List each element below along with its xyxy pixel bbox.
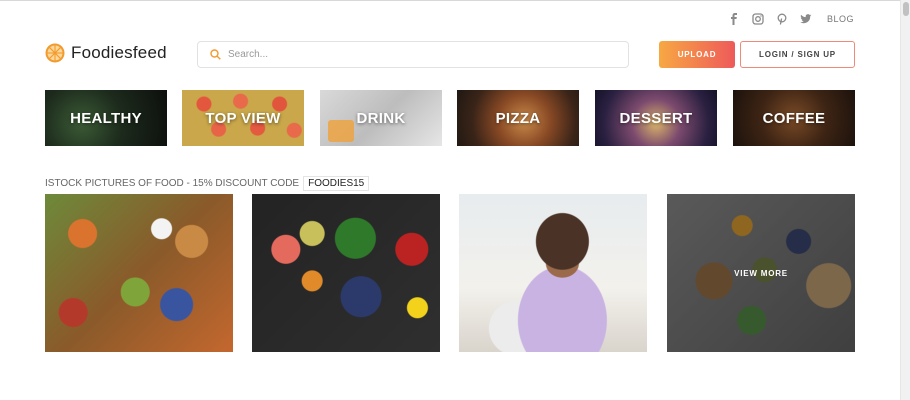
orange-slice-logo-icon xyxy=(45,43,65,63)
photo-view-more[interactable]: VIEW MORE xyxy=(667,194,855,352)
twitter-icon[interactable] xyxy=(799,12,813,26)
category-drink[interactable]: DRINK xyxy=(320,90,442,146)
search-box[interactable] xyxy=(197,41,629,68)
photo-girl-eating[interactable] xyxy=(459,194,647,352)
search-icon[interactable] xyxy=(202,49,228,60)
category-label: TOP VIEW xyxy=(205,109,281,127)
category-healthy[interactable]: HEALTHY xyxy=(45,90,167,146)
logo-text: Foodiesfeed xyxy=(71,43,167,62)
category-pizza[interactable]: PIZZA xyxy=(457,90,579,146)
view-more-overlay: VIEW MORE xyxy=(667,194,855,352)
instagram-icon[interactable] xyxy=(751,12,765,26)
view-more-label: VIEW MORE xyxy=(734,268,788,278)
facebook-icon[interactable] xyxy=(727,12,741,26)
login-signup-button[interactable]: LOGIN / SIGN UP xyxy=(740,41,855,68)
pinterest-icon[interactable] xyxy=(775,12,789,26)
upload-button[interactable]: UPLOAD xyxy=(659,41,735,68)
category-label: DRINK xyxy=(356,109,406,127)
category-coffee[interactable]: COFFEE xyxy=(733,90,855,146)
category-label: COFFEE xyxy=(762,109,826,127)
promo-text: ISTOCK PICTURES OF FOOD - 15% DISCOUNT C… xyxy=(45,178,300,189)
blog-link[interactable]: BLOG xyxy=(827,14,854,24)
search-input[interactable] xyxy=(228,49,608,60)
category-top-view[interactable]: TOP VIEW xyxy=(182,90,304,146)
category-label: HEALTHY xyxy=(70,109,142,127)
scrollbar-thumb[interactable] xyxy=(903,2,909,16)
photo-fruit-bowls[interactable] xyxy=(252,194,440,352)
istock-promo[interactable]: ISTOCK PICTURES OF FOOD - 15% DISCOUNT C… xyxy=(45,176,370,191)
vertical-scrollbar[interactable] xyxy=(900,0,910,400)
social-bar: BLOG xyxy=(727,12,854,26)
category-label: DESSERT xyxy=(619,109,693,127)
photo-vegetables-spread[interactable] xyxy=(45,194,233,352)
site-logo[interactable]: Foodiesfeed xyxy=(45,43,167,63)
category-label: PIZZA xyxy=(495,109,541,127)
discount-code-badge[interactable]: FOODIES15 xyxy=(303,176,370,191)
category-dessert[interactable]: DESSERT xyxy=(595,90,717,146)
window-top-border xyxy=(0,0,900,1)
